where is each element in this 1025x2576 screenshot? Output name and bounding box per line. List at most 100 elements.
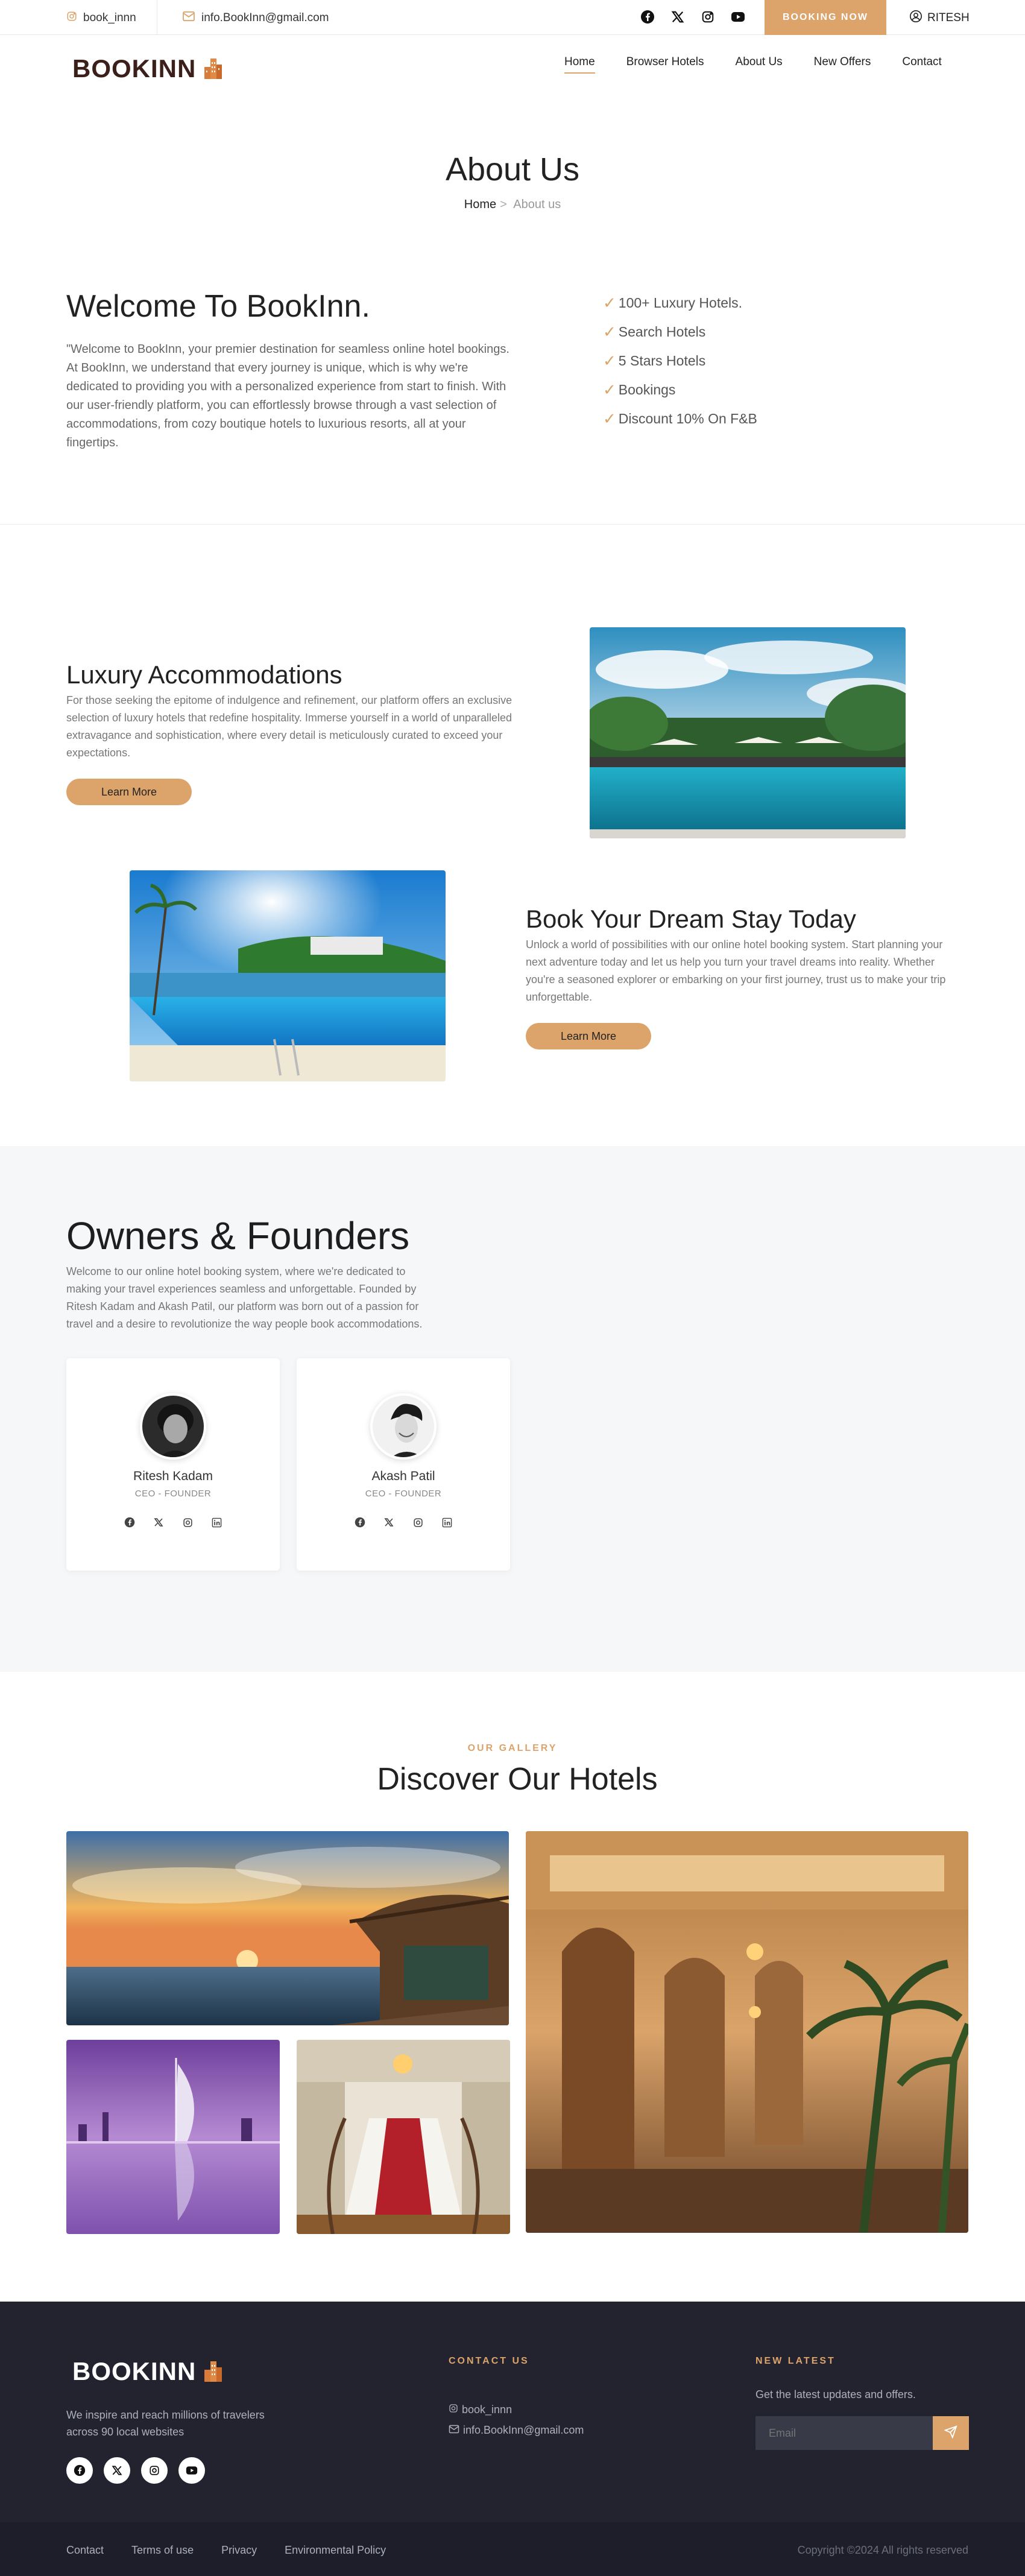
instagram-icon[interactable] — [699, 8, 716, 25]
gallery-image-dubai[interactable] — [66, 2040, 280, 2234]
founder-role: CEO - FOUNDER — [365, 1489, 442, 1499]
check-icon: ✓ — [603, 409, 616, 428]
feature-label: Discount 10% On F&B — [618, 410, 757, 426]
luxury-title: Luxury Accommodations — [66, 660, 342, 689]
footer-email-label: info.BookInn@gmail.com — [463, 2424, 584, 2436]
instagram-icon[interactable] — [180, 1514, 195, 1530]
booking-now-button[interactable]: BOOKING NOW — [765, 0, 886, 35]
feature-item: ✓ 100+ Luxury Hotels. — [603, 288, 757, 317]
mail-icon — [182, 11, 195, 25]
topbar-instagram-label: book_innn — [83, 11, 136, 24]
footer-bottom-bar: Contact Terms of use Privacy Environment… — [0, 2522, 1025, 2576]
pool-image — [590, 627, 906, 838]
nav-about-us[interactable]: About Us — [736, 55, 783, 74]
learn-more-button[interactable]: Learn More — [66, 779, 192, 805]
x-twitter-icon[interactable] — [104, 2457, 130, 2484]
footer-email[interactable]: info.BookInn@gmail.com — [449, 2420, 584, 2440]
copyright: Copyright ©2024 All rights reserved — [797, 2544, 968, 2556]
main-nav: Home Browser Hotels About Us New Offers … — [564, 55, 942, 74]
footer: BOOKINN We inspire and reach millions of… — [0, 2302, 1025, 2522]
instagram-icon[interactable] — [410, 1514, 426, 1530]
instagram-icon — [449, 2399, 458, 2420]
nav-new-offers[interactable]: New Offers — [814, 55, 871, 74]
owners-section: Owners & Founders Welcome to our online … — [0, 1146, 1025, 1672]
gallery-image-lobby[interactable] — [526, 1831, 968, 2233]
avatar — [370, 1393, 437, 1460]
instagram-icon[interactable] — [141, 2457, 168, 2484]
gallery-section: OUR GALLERY Discover Our Hotels — [0, 1672, 1025, 2302]
x-twitter-icon[interactable] — [381, 1514, 397, 1530]
footer-instagram[interactable]: book_innn — [449, 2399, 584, 2420]
feature-item: ✓ 5 Stars Hotels — [603, 346, 757, 375]
nav-contact[interactable]: Contact — [902, 55, 941, 74]
newsletter-email-input[interactable] — [755, 2416, 933, 2450]
footer-social — [66, 2457, 205, 2484]
topbar-social — [639, 8, 746, 25]
feature-item: ✓ Search Hotels — [603, 317, 757, 346]
gallery-image-staircase[interactable] — [297, 2040, 510, 2234]
facebook-icon[interactable] — [639, 8, 656, 25]
newsletter-send-button[interactable] — [933, 2416, 969, 2450]
feature-item: ✓ Discount 10% On F&B — [603, 404, 757, 433]
hotel-building-icon — [202, 2359, 224, 2385]
feature-label: Search Hotels — [618, 323, 706, 340]
footer-instagram-label: book_innn — [462, 2404, 512, 2416]
nav-browser-hotels[interactable]: Browser Hotels — [626, 55, 704, 74]
founder-social — [297, 1514, 510, 1530]
youtube-icon[interactable] — [178, 2457, 205, 2484]
navbar: BOOKINN Home Browser Hotels About Us New… — [0, 35, 1025, 101]
founder-social — [66, 1514, 280, 1530]
dream-stay-block: Book Your Dream Stay Today Unlock a worl… — [526, 905, 965, 1049]
founder-card: Ritesh Kadam CEO - FOUNDER — [66, 1358, 280, 1571]
welcome-section: Welcome To BookInn. "Welcome to BookInn,… — [0, 276, 1025, 525]
owners-body: Welcome to our online hotel booking syst… — [66, 1265, 423, 1330]
linkedin-icon[interactable] — [439, 1514, 455, 1530]
check-icon: ✓ — [603, 351, 616, 370]
facebook-icon[interactable] — [66, 2457, 93, 2484]
footer-link-contact[interactable]: Contact — [66, 2544, 104, 2557]
topbar-email[interactable]: info.BookInn@gmail.com — [182, 11, 329, 25]
footer-logo[interactable]: BOOKINN — [72, 2357, 224, 2386]
linkedin-icon[interactable] — [209, 1514, 224, 1530]
footer-link-privacy[interactable]: Privacy — [221, 2544, 257, 2557]
x-twitter-icon[interactable] — [669, 8, 686, 25]
gallery-image-sunset[interactable] — [66, 1831, 509, 2025]
founder-role: CEO - FOUNDER — [134, 1489, 212, 1499]
welcome-body: "Welcome to BookInn, your premier destin… — [66, 343, 509, 449]
owners-title: Owners & Founders — [66, 1214, 410, 1258]
check-icon: ✓ — [603, 293, 616, 312]
luxury-block: Luxury Accommodations For those seeking … — [66, 660, 512, 805]
footer-link-terms[interactable]: Terms of use — [131, 2544, 194, 2557]
infinity-pool-image — [130, 870, 446, 1081]
breadcrumb-home[interactable]: Home — [464, 198, 496, 211]
instagram-icon — [66, 11, 77, 25]
newsletter-heading: NEW LATEST — [755, 2356, 836, 2366]
x-twitter-icon[interactable] — [151, 1514, 166, 1530]
breadcrumb-current: About us — [513, 198, 561, 211]
nav-home[interactable]: Home — [564, 55, 595, 74]
page-header: About Us Home > About us — [0, 101, 1025, 276]
youtube-icon[interactable] — [730, 8, 746, 25]
logo[interactable]: BOOKINN — [72, 54, 224, 83]
page: book_innn info.BookInn@gmail.com BOOKING… — [0, 0, 1025, 2576]
learn-more-button[interactable]: Learn More — [526, 1023, 651, 1049]
footer-link-environmental-policy[interactable]: Environmental Policy — [285, 2544, 386, 2557]
footer-links: Contact Terms of use Privacy Environment… — [66, 2544, 386, 2557]
mail-icon — [449, 2420, 459, 2440]
feature-list: ✓ 100+ Luxury Hotels. ✓ Search Hotels ✓ 5 S… — [603, 288, 757, 433]
topbar-instagram[interactable]: book_innn — [66, 11, 136, 25]
check-icon: ✓ — [603, 322, 616, 341]
user-icon — [909, 10, 922, 27]
founder-name: Akash Patil — [371, 1469, 435, 1483]
user-menu[interactable]: RITESH — [909, 10, 970, 27]
feature-label: Bookings — [618, 381, 676, 397]
facebook-icon[interactable] — [122, 1514, 137, 1530]
luxury-body: For those seeking the epitome of indulge… — [66, 694, 512, 759]
founder-name: Ritesh Kadam — [133, 1469, 213, 1483]
feature-label: 5 Stars Hotels — [618, 352, 706, 369]
footer-logo-text: BOOKINN — [72, 2357, 197, 2385]
gallery-title: Discover Our Hotels — [377, 1762, 658, 1797]
facebook-icon[interactable] — [352, 1514, 368, 1530]
feature-label: 100+ Luxury Hotels. — [618, 294, 742, 311]
top-bar: book_innn info.BookInn@gmail.com BOOKING… — [0, 0, 1025, 35]
